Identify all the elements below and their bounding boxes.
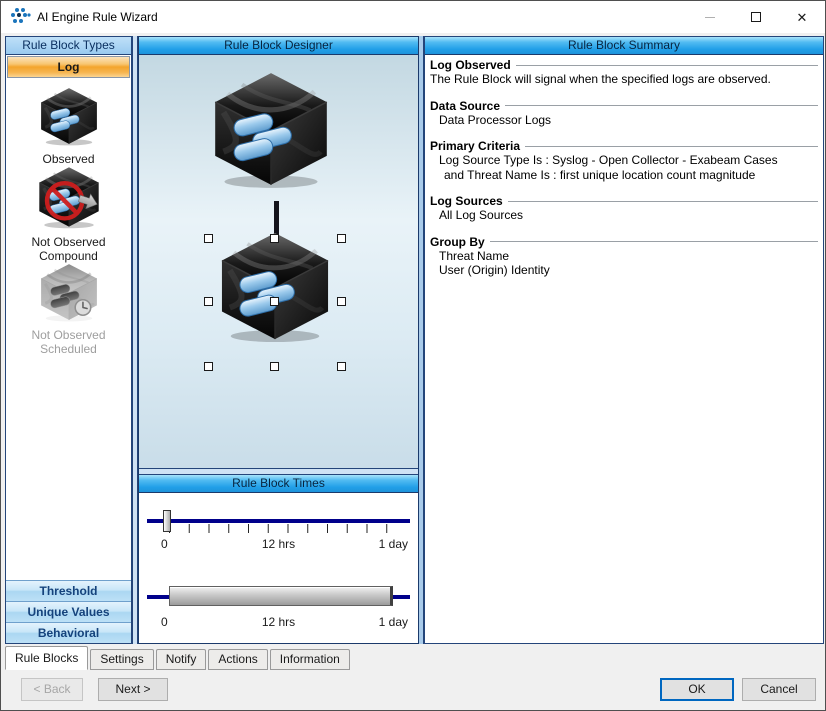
rule-block-summary-header: Rule Block Summary (425, 37, 823, 55)
section-rule (507, 200, 818, 203)
ai-engine-rule-wizard-window: AI Engine Rule Wizard ✕ Rule Block Types… (0, 0, 826, 711)
slider-thumb[interactable] (163, 510, 171, 532)
selection-handle-s[interactable] (270, 362, 279, 371)
selection-handle-c[interactable] (270, 297, 279, 306)
rule-block-summary-panel: Rule Block Summary Log Observed The Rule… (424, 36, 824, 644)
section-line: All Log Sources (439, 208, 524, 222)
designer-cube-selected[interactable] (216, 231, 334, 343)
tab-information[interactable]: Information (269, 649, 350, 670)
summary-section-log-observed: Log Observed The Rule Block will signal … (430, 58, 818, 87)
maximize-button[interactable] (733, 1, 779, 33)
section-line: Log Source Type Is : Syslog - Open Colle… (439, 153, 778, 167)
rule-type-not-observed-compound[interactable] (17, 166, 121, 229)
tick-label-12hrs: 12 hrs (261, 537, 296, 551)
summary-section-data-source: Data Source Data Processor Logs (430, 99, 818, 128)
rule-block-designer-panel: Rule Block Designer Rule Block Times 0 1… (138, 36, 419, 644)
section-title: Data Source (430, 98, 501, 113)
selection-handle-sw[interactable] (204, 362, 213, 371)
threshold-category-button[interactable]: Threshold (6, 580, 131, 601)
section-rule (515, 64, 818, 67)
slider-labels: 0 12 hrs 1 day (147, 615, 410, 629)
tick-label-zero: 0 (161, 537, 168, 551)
section-title: Log Observed (430, 58, 511, 72)
unique-values-category-button[interactable]: Unique Values (6, 601, 131, 622)
rule-type-observed[interactable] (17, 87, 121, 146)
section-line: Threat Name (439, 248, 510, 263)
not-observed-scheduled-icon (38, 263, 100, 322)
rule-block-types-panel: Rule Block Types Log Observed Not Observ… (5, 36, 132, 644)
rule-block-times-header: Rule Block Times (139, 475, 418, 493)
summary-section-primary-criteria: Primary Criteria Log Source Type Is : Sy… (430, 139, 818, 182)
tick-label-1day: 1 day (378, 615, 408, 629)
designer-cube-top[interactable] (209, 71, 333, 189)
log-type-tab[interactable]: Log (7, 56, 130, 78)
observed-cube-icon (38, 87, 100, 146)
selection-handle-w[interactable] (204, 297, 213, 306)
summary-section-log-sources: Log Sources All Log Sources (430, 194, 818, 223)
tick-label-1day: 1 day (378, 537, 408, 551)
tab-settings[interactable]: Settings (90, 649, 154, 670)
time-slider-point: 0 12 hrs 1 day (139, 503, 418, 565)
tick-label-12hrs: 12 hrs (261, 615, 296, 629)
summary-section-group-by: Group By Threat Name User (Origin) Ident… (430, 235, 818, 278)
rule-type-observed-label: Observed (42, 152, 95, 166)
cancel-button[interactable]: Cancel (742, 678, 816, 701)
rule-type-not-observed-scheduled (17, 263, 121, 322)
section-line: Data Processor Logs (439, 112, 552, 127)
rule-type-not-observed-compound-label: Not Observed Compound (31, 235, 106, 263)
title-bar: AI Engine Rule Wizard ✕ (1, 1, 825, 33)
selection-handle-ne[interactable] (337, 234, 346, 243)
rule-block-times-panel: 0 12 hrs 1 day 0 12 hrs 1 day (139, 493, 418, 643)
selection-handle-nw[interactable] (204, 234, 213, 243)
section-rule (525, 145, 818, 148)
time-slider-range: 0 12 hrs 1 day (139, 577, 418, 639)
wizard-tabstrip: Rule Blocks Settings Notify Actions Info… (5, 646, 352, 670)
slider-track[interactable] (147, 519, 410, 523)
tab-rule-blocks[interactable]: Rule Blocks (5, 646, 89, 670)
app-logo-icon (11, 8, 31, 23)
ok-button[interactable]: OK (660, 678, 734, 701)
minimize-button[interactable] (687, 1, 733, 33)
rule-block-designer-header: Rule Block Designer (139, 37, 418, 55)
slider-ticks (169, 524, 402, 533)
section-title: Log Sources (430, 194, 503, 208)
slider-labels: 0 12 hrs 1 day (147, 537, 410, 551)
section-line: The Rule Block will signal when the spec… (430, 72, 771, 86)
wizard-body: Rule Block Types Log Observed Not Observ… (5, 36, 824, 644)
type-category-buttons: Threshold Unique Values Behavioral (6, 580, 131, 643)
tab-actions[interactable]: Actions (208, 649, 268, 670)
section-title: Primary Criteria (430, 139, 521, 153)
back-button[interactable]: < Back (21, 678, 83, 701)
section-title: Group By (430, 234, 485, 249)
designer-canvas[interactable] (139, 55, 418, 468)
rule-type-not-observed-scheduled-label: Not Observed Scheduled (31, 328, 106, 356)
section-rule (489, 241, 818, 243)
designer-times-splitter[interactable] (139, 468, 418, 475)
selection-handle-e[interactable] (337, 297, 346, 306)
rule-type-list: Observed Not Observed Compound Not Obser… (6, 79, 131, 580)
section-line: User (Origin) Identity (439, 263, 550, 277)
selection-handle-se[interactable] (337, 362, 346, 371)
minimize-icon (705, 16, 715, 18)
tick-label-zero: 0 (161, 615, 168, 629)
tab-notify[interactable]: Notify (155, 649, 207, 670)
close-icon: ✕ (796, 9, 808, 25)
window-title: AI Engine Rule Wizard (37, 10, 158, 24)
maximize-icon (751, 12, 761, 22)
section-rule (505, 105, 818, 107)
rule-block-types-header: Rule Block Types (6, 37, 131, 55)
next-button[interactable]: Next > (98, 678, 168, 701)
not-observed-compound-icon (36, 166, 102, 229)
selection-handle-n[interactable] (270, 234, 279, 243)
section-line: and Threat Name Is : first unique locati… (444, 167, 756, 182)
close-button[interactable]: ✕ (779, 1, 825, 33)
summary-body: Log Observed The Rule Block will signal … (425, 55, 823, 643)
range-slider-bar[interactable] (169, 586, 393, 606)
behavioral-category-button[interactable]: Behavioral (6, 622, 131, 643)
